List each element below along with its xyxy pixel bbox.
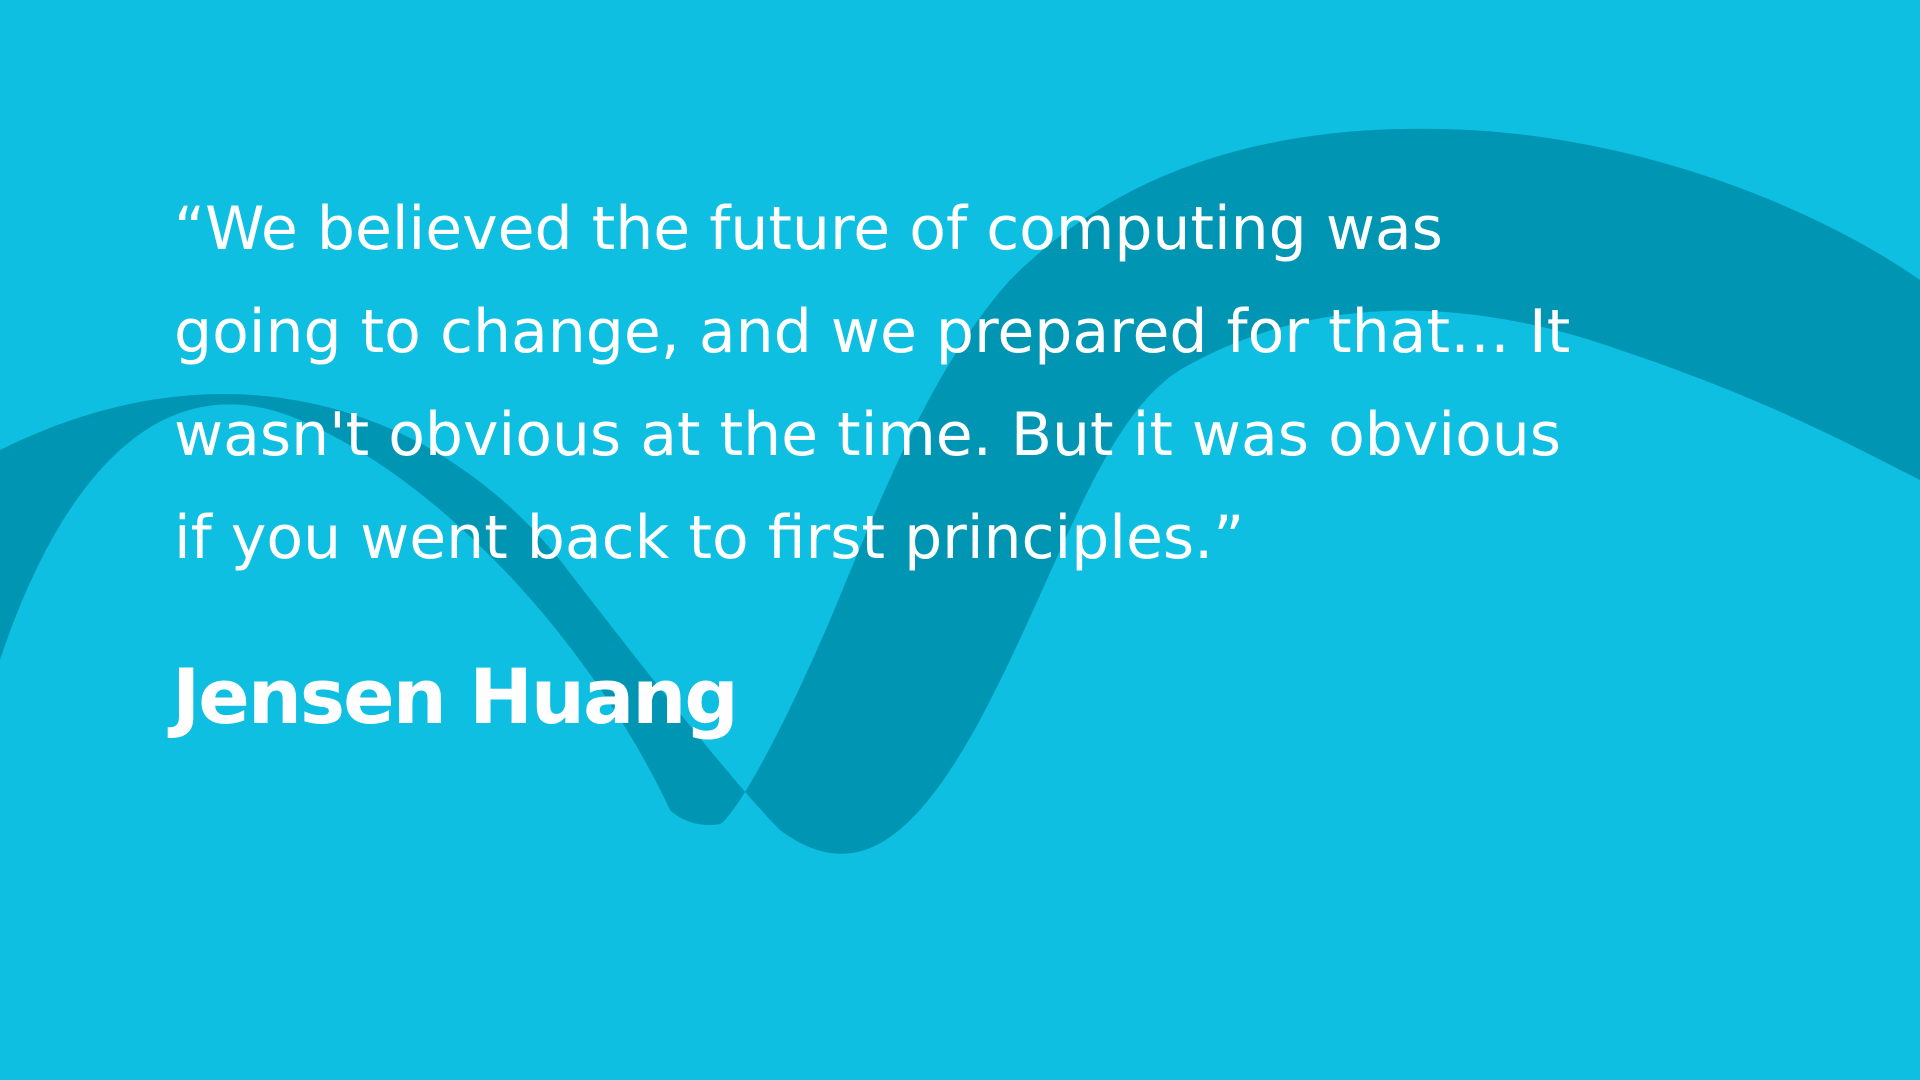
author-name: Jensen Huang bbox=[172, 652, 739, 741]
quote-line: if you went back to first principles.” bbox=[174, 503, 1245, 573]
quote-line: wasn't obvious at the time. But it was o… bbox=[174, 400, 1562, 470]
quote-line: “We believed the future of computing was bbox=[174, 194, 1443, 264]
quote-line: going to change, and we prepared for tha… bbox=[174, 297, 1571, 367]
quote-text: “We believed the future of computing was… bbox=[174, 178, 1774, 590]
